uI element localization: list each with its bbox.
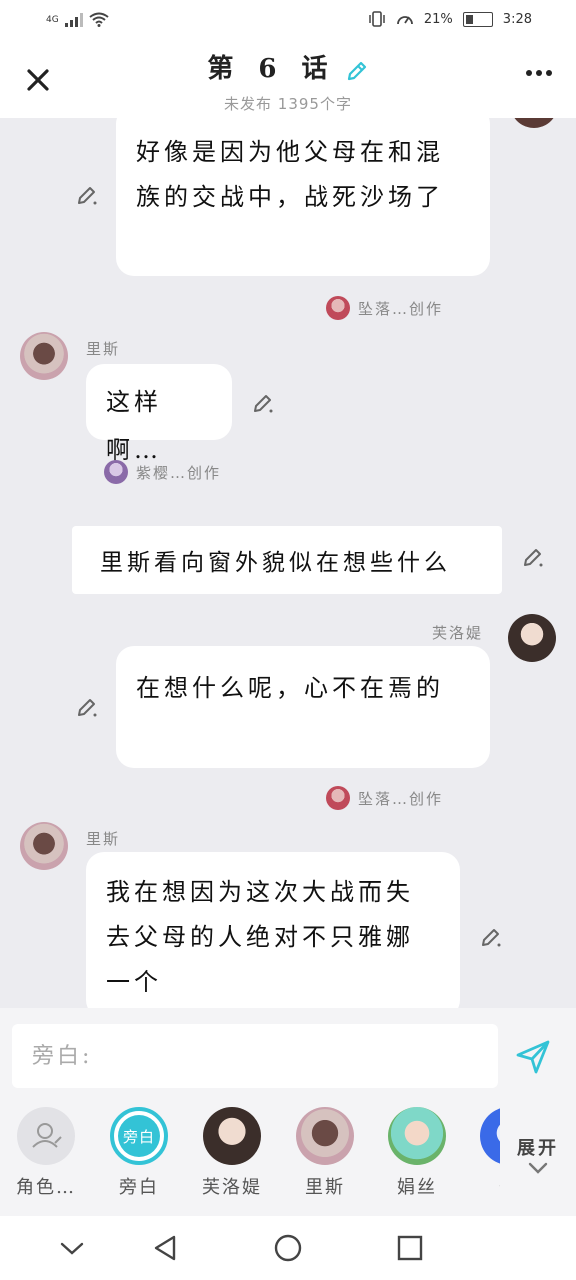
role-avatar: 旁白	[110, 1107, 168, 1165]
credit-avatar	[326, 786, 350, 810]
avatar[interactable]	[508, 614, 556, 662]
message-bubble[interactable]: 我在想因为这次大战而失去父母的人绝对不只雅娜一个	[86, 852, 460, 1008]
avatar[interactable]	[20, 332, 68, 380]
message-text: 在想什么呢，心不在焉的	[136, 674, 444, 702]
credit-avatar	[104, 460, 128, 484]
send-icon	[516, 1040, 550, 1074]
system-nav-bar	[0, 1216, 576, 1280]
pencil-icon	[482, 929, 501, 947]
status-time: 3:28	[502, 11, 532, 27]
author-credit: 坠落…创作	[326, 296, 443, 320]
avatar[interactable]	[20, 822, 68, 870]
pencil-icon	[78, 699, 97, 717]
edit-title-button[interactable]	[345, 59, 369, 87]
role-label: 娟丝	[397, 1177, 437, 1198]
edit-message-button[interactable]	[522, 546, 544, 568]
role-add[interactable]: 角色…	[3, 1104, 89, 1199]
message-text: 这样啊…	[106, 388, 162, 464]
network-type: 4G	[46, 14, 59, 25]
status-bar: 4G 21% 3:28	[0, 0, 576, 42]
role-label: 角色…	[16, 1177, 76, 1198]
message-text: 好像是因为他父母在和混族的交战中，战死沙场了	[136, 138, 444, 211]
nav-hide-button[interactable]	[56, 1232, 88, 1264]
header: 第 6 话 未发布 1395个字	[0, 42, 576, 118]
nav-home-button[interactable]	[272, 1232, 304, 1264]
narration-bubble[interactable]: 里斯看向窗外貌似在想些什么	[72, 526, 502, 594]
credit-avatar	[326, 296, 350, 320]
recents-square-icon	[397, 1235, 423, 1261]
title-area: 第 6 话 未发布 1395个字	[0, 48, 576, 114]
status-right: 21% 3:28	[368, 11, 532, 27]
more-dot	[536, 70, 542, 76]
role-character[interactable]: 芙洛媞	[189, 1104, 275, 1199]
chevron-down-icon	[60, 1242, 84, 1255]
home-circle-icon	[274, 1234, 302, 1262]
role-character[interactable]: 里斯	[282, 1104, 368, 1199]
send-button[interactable]	[514, 1038, 552, 1076]
sender-name: 芙洛媞	[432, 624, 484, 642]
narrator-badge: 旁白	[118, 1115, 160, 1157]
input-box[interactable]	[12, 1024, 498, 1088]
avatar[interactable]	[510, 118, 558, 128]
status-left: 4G	[46, 12, 109, 27]
expand-label: 展开	[517, 1138, 559, 1159]
pencil-icon	[524, 549, 543, 567]
role-avatar	[296, 1107, 354, 1165]
pencil-icon	[78, 187, 97, 205]
signal-icon	[64, 12, 83, 27]
more-button[interactable]	[526, 70, 552, 76]
role-avatar	[480, 1107, 500, 1165]
edit-message-button[interactable]	[76, 696, 98, 718]
speedometer-icon	[396, 16, 413, 25]
message-bubble[interactable]: 在想什么呢，心不在焉的	[116, 646, 490, 768]
role-avatar	[17, 1107, 75, 1165]
credit-text: 坠落…创作	[358, 299, 444, 318]
role-character[interactable]: 也	[466, 1104, 500, 1199]
edit-message-button[interactable]	[480, 926, 502, 948]
battery-icon	[462, 11, 493, 27]
word-count: 未发布 1395个字	[224, 94, 352, 113]
expand-button[interactable]: 展开	[504, 1134, 572, 1179]
sender-name: 里斯	[86, 340, 121, 358]
nav-recents-button[interactable]	[394, 1232, 426, 1264]
author-credit: 紫樱…创作	[104, 460, 221, 484]
message-text: 里斯看向窗外貌似在想些什么	[100, 550, 451, 576]
message-text: 我在想因为这次大战而失去父母的人绝对不只雅娜一个	[106, 878, 414, 996]
edit-message-button[interactable]	[252, 392, 274, 414]
page-title: 第 6 话	[207, 54, 336, 84]
more-dot	[526, 70, 532, 76]
role-label: 芙洛媞	[202, 1177, 262, 1198]
edit-message-button[interactable]	[76, 184, 98, 206]
role-label: 旁白	[119, 1177, 159, 1198]
message-input[interactable]	[30, 1042, 498, 1070]
chat-area[interactable]: 好像是因为他父母在和混族的交战中，战死沙场了 坠落…创作 里斯 这样啊… 紫樱……	[0, 118, 576, 1008]
back-triangle-icon	[154, 1235, 176, 1261]
nav-back-button[interactable]	[150, 1232, 182, 1264]
pencil-icon	[254, 395, 273, 413]
credit-text: 紫樱…创作	[136, 463, 222, 482]
role-avatar	[203, 1107, 261, 1165]
person-icon	[32, 1123, 62, 1148]
role-label: 里斯	[305, 1177, 345, 1198]
more-dot	[546, 70, 552, 76]
battery-percent: 21%	[423, 11, 453, 27]
credit-text: 坠落…创作	[358, 789, 444, 808]
message-bubble[interactable]: 这样啊…	[86, 364, 232, 464]
wifi-icon	[89, 12, 109, 27]
role-narrator[interactable]: 旁白 旁白	[96, 1104, 182, 1199]
chevron-down-icon	[528, 1162, 548, 1174]
role-label: 也	[466, 1173, 500, 1199]
input-panel: 角色… 旁白 旁白 芙洛媞 里斯 娟丝 也 展开	[0, 1008, 576, 1216]
role-character[interactable]: 娟丝	[374, 1104, 460, 1199]
message-bubble[interactable]: 好像是因为他父母在和混族的交战中，战死沙场了	[116, 118, 490, 276]
role-selector: 角色… 旁白 旁白 芙洛媞 里斯 娟丝 也	[0, 1104, 500, 1204]
sender-name: 里斯	[86, 830, 121, 848]
pencil-icon	[347, 61, 366, 80]
vibrate-icon	[369, 11, 385, 27]
role-avatar	[388, 1107, 446, 1165]
author-credit: 坠落…创作	[326, 786, 443, 810]
